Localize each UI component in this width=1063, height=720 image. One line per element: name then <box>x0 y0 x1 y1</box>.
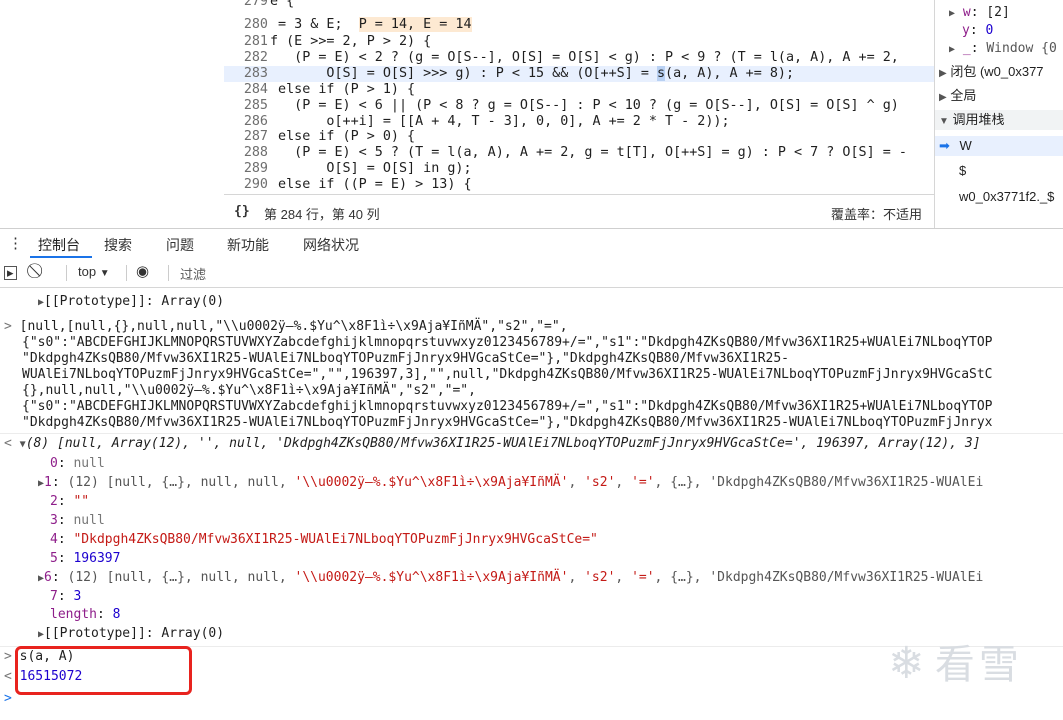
code-editor[interactable]: 279 e { 280 = 3 & E; P = 14, E = 14 281 f … <box>224 0 934 194</box>
scope-var-underscore[interactable]: ▶ _: Window {0 <box>949 39 1057 59</box>
code-line: 286 o[++i] = [[A + 4, T - 3], 0, 0], A +… <box>243 114 730 129</box>
tab-network-conditions[interactable]: 网络状况 <box>303 235 359 255</box>
debugger-sidebar: ▶ w: [2] y: 0 ▶ _: Window {0 ▶ 闭包 (w0_0x… <box>934 0 1063 228</box>
tab-issues[interactable]: 问题 <box>166 235 194 255</box>
expand-arrow-icon[interactable]: ▶ <box>949 8 955 19</box>
more-tabs-menu-icon[interactable]: ⋮ <box>8 234 23 252</box>
expand-arrow-icon[interactable]: ▶ <box>949 44 955 55</box>
scope-global[interactable]: ▶ 全局 <box>939 86 976 106</box>
array-item: 5: 196397 <box>50 551 121 566</box>
active-tab-indicator <box>30 256 92 258</box>
prototype-line[interactable]: ▶[[Prototype]]: Array(0) <box>38 624 224 643</box>
array-item: 2: "" <box>50 494 90 509</box>
code-line: 284 else if (P > 1) { <box>243 82 416 97</box>
array-item: 3: null <box>50 513 105 528</box>
collapse-arrow-icon[interactable]: ▼ <box>939 116 949 127</box>
code-line: 288 (P = E) < 5 ? (T = l(a, A), A += 2, … <box>243 145 907 160</box>
console-toolbar: ▸ ⃠ top ▼ ◉ 过滤 <box>0 259 1063 288</box>
editor-status-bar: {} 第 284 行，第 40 列 覆盖率：不适用 <box>224 194 934 229</box>
dropdown-arrow-icon: ▼ <box>99 268 110 279</box>
watermark-logo: ❄ 看雪 <box>888 638 1023 689</box>
tab-whats-new[interactable]: 新功能 <box>227 235 269 255</box>
toolbar-separator <box>168 265 169 281</box>
cursor-position: 第 284 行，第 40 列 <box>264 207 380 222</box>
result-summary[interactable]: < ▼(8) [null, Array(12), '', null, 'Dkdp… <box>0 433 1063 453</box>
context-selector[interactable]: top ▼ <box>78 264 110 279</box>
prototype-line[interactable]: ▶[[Prototype]]: Array(0) <box>38 292 224 311</box>
snowflake-icon: ❄ <box>888 638 929 689</box>
callstack-frame-active[interactable]: ➡ W <box>935 136 1063 156</box>
console-prompt[interactable]: > <box>4 689 12 708</box>
highlight-box <box>15 646 192 695</box>
coverage-status: 覆盖率：不适用 <box>830 207 922 222</box>
sidebar-toggle-icon[interactable]: ▸ <box>4 266 17 280</box>
code-line: 290 else if ((P = E) > 13) { <box>243 177 472 192</box>
current-frame-arrow-icon: ➡ <box>939 138 950 153</box>
code-line: 285 (P = E) < 6 || (P < 8 ? g = O[S--] :… <box>243 98 899 113</box>
log-entry-cont: "Dkdpgh4ZKsQB80/Mfvw36XI1R25-WUAlEi7NLbo… <box>22 415 993 430</box>
filter-input[interactable]: 过滤 <box>180 264 206 283</box>
callstack-header[interactable]: ▼ 调用堆栈 <box>935 110 1063 130</box>
code-line: 282 (P = E) < 2 ? (g = O[S--], O[S] = O[… <box>243 50 899 65</box>
code-line: 280 = 3 & E; P = 14, E = 14 <box>243 17 472 32</box>
pretty-print-button[interactable]: {} <box>234 204 250 219</box>
array-item[interactable]: ▶6: (12) [null, {…}, null, null, '\\u000… <box>38 568 983 587</box>
scope-var-y: y: 0 <box>962 23 994 38</box>
drawer-tab-bar: ⋮ 控制台 搜索 问题 新功能 网络状况 <box>0 228 1063 260</box>
code-line: 289 O[S] = O[S] in g); <box>243 161 472 176</box>
live-expression-eye-icon[interactable]: ◉ <box>136 262 149 280</box>
array-length: length: 8 <box>50 607 121 622</box>
expand-arrow-icon[interactable]: ▶ <box>939 92 947 103</box>
code-line: 287 else if (P > 0) { <box>243 129 416 144</box>
sources-navigator <box>0 0 225 228</box>
tab-console[interactable]: 控制台 <box>38 235 80 255</box>
inline-variable-values: P = 14, E = 14 <box>358 17 472 32</box>
callstack-frame[interactable]: w0_0x3771f2._$ <box>959 187 1054 207</box>
array-item[interactable]: ▶1: (12) [null, {…}, null, null, '\\u000… <box>38 473 983 492</box>
callstack-frame[interactable]: $ <box>959 161 966 181</box>
expand-arrow-icon[interactable]: ▶ <box>939 68 947 79</box>
array-item: 7: 3 <box>50 589 82 604</box>
array-item: 4: "Dkdpgh4ZKsQB80/Mfvw36XI1R25-WUAlEi7N… <box>50 532 598 547</box>
cursor-token: s <box>656 66 666 81</box>
scope-var-w[interactable]: ▶ w: [2] <box>949 3 1010 23</box>
toolbar-separator <box>126 265 127 281</box>
code-line: 281 f (E >>= 2, P > 2) { <box>243 34 432 49</box>
code-line: 279 e { <box>243 0 295 9</box>
tab-search[interactable]: 搜索 <box>104 235 132 255</box>
toolbar-separator <box>66 265 67 281</box>
execution-line: 283 O[S] = O[S] >>> g) : P < 15 && (O[++… <box>224 66 934 82</box>
array-item: 0: null <box>50 456 105 471</box>
scope-closure[interactable]: ▶ 闭包 (w0_0x377 <box>939 62 1044 82</box>
